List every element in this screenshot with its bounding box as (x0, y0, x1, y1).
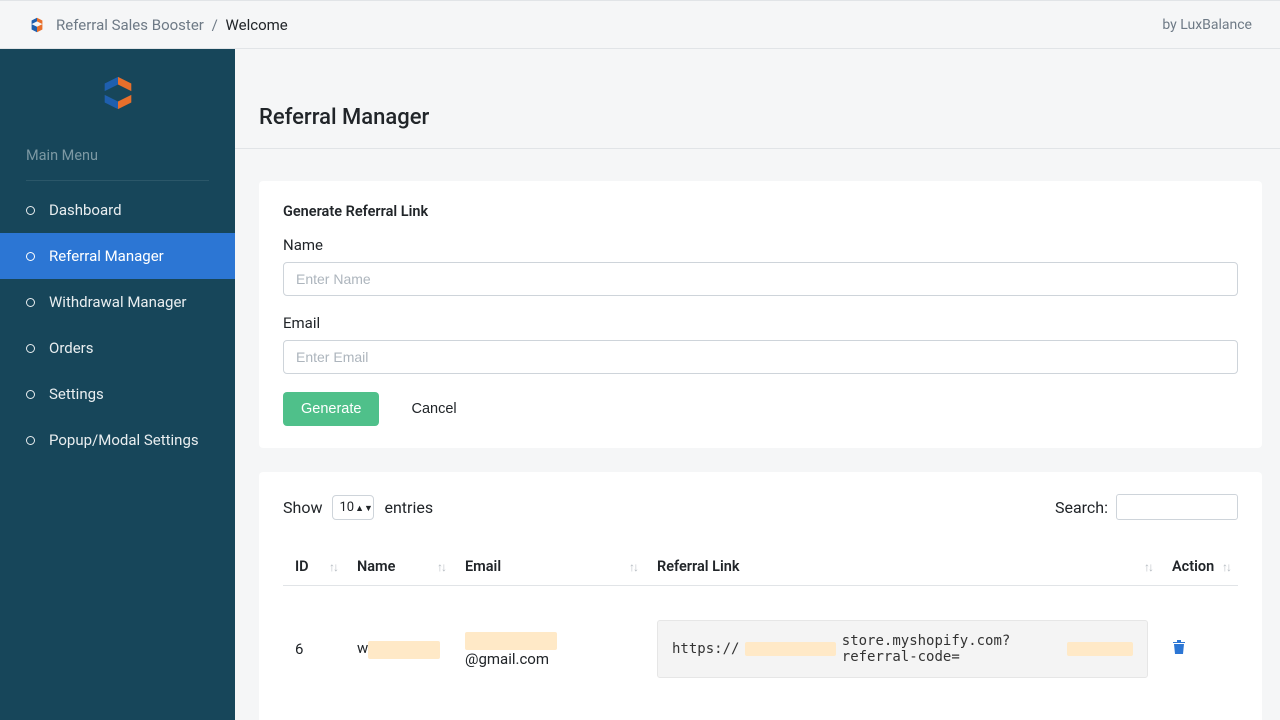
col-action[interactable]: Action↑↓ (1160, 548, 1238, 586)
sort-icon: ↑↓ (437, 560, 445, 574)
sidebar-section-label: Main Menu (0, 127, 235, 170)
card-heading: Generate Referral Link (283, 203, 1238, 220)
bullet-icon (26, 298, 35, 307)
cell-id: 6 (283, 586, 345, 713)
topbar-left: Referral Sales Booster / Welcome (28, 16, 288, 34)
redacted-link-host (745, 642, 835, 656)
col-email[interactable]: Email↑↓ (453, 548, 645, 586)
page-title: Referral Manager (259, 105, 1256, 130)
content-header: Referral Manager (235, 105, 1280, 149)
table-row: 6 w @gmail.com https:// (283, 586, 1238, 713)
content: Referral Manager Generate Referral Link … (235, 49, 1280, 720)
sidebar-item-label: Withdrawal Manager (49, 293, 187, 311)
referral-link-box[interactable]: https:// store.myshopify.com?referral-co… (657, 620, 1148, 678)
sidebar-item-referral-manager[interactable]: Referral Manager (0, 233, 235, 279)
email-input[interactable] (283, 340, 1238, 374)
col-id[interactable]: ID↑↓ (283, 548, 345, 586)
sort-icon: ↑↓ (629, 560, 637, 574)
sidebar-item-label: Popup/Modal Settings (49, 431, 199, 449)
sidebar-item-withdrawal-manager[interactable]: Withdrawal Manager (0, 279, 235, 325)
sidebar-item-popup-modal-settings[interactable]: Popup/Modal Settings (0, 417, 235, 463)
bullet-icon (26, 206, 35, 215)
sort-icon: ↑↓ (329, 560, 337, 574)
breadcrumb: Referral Sales Booster / Welcome (56, 16, 288, 34)
app-logo-icon (28, 16, 46, 34)
sidebar-item-settings[interactable]: Settings (0, 371, 235, 417)
sidebar: Main Menu Dashboard Referral Manager Wit… (0, 49, 235, 720)
bullet-icon (26, 390, 35, 399)
cell-link: https:// store.myshopify.com?referral-co… (645, 586, 1160, 713)
redacted-email (465, 632, 557, 650)
bullet-icon (26, 252, 35, 261)
sidebar-item-label: Dashboard (49, 201, 122, 219)
select-caret-icon: ▲▼ (355, 504, 373, 514)
col-name[interactable]: Name↑↓ (345, 548, 453, 586)
entries-label: entries (384, 498, 433, 517)
search-input[interactable] (1116, 494, 1238, 520)
sidebar-logo-wrap (0, 49, 235, 127)
breadcrumb-sep: / (212, 16, 218, 34)
trash-icon[interactable] (1172, 639, 1186, 655)
redacted-link-code (1067, 642, 1133, 656)
sidebar-item-label: Referral Manager (49, 247, 164, 265)
cancel-button[interactable]: Cancel (393, 392, 474, 426)
entries-select[interactable]: 10▲▼ (332, 495, 374, 520)
name-input[interactable] (283, 262, 1238, 296)
referrals-table: ID↑↓ Name↑↓ Email↑↓ Referral Link↑↓ Acti… (283, 548, 1238, 712)
topbar: Referral Sales Booster / Welcome by LuxB… (0, 0, 1280, 49)
cell-action (1160, 586, 1238, 713)
search-label: Search: (1055, 498, 1108, 517)
cell-email: @gmail.com (453, 586, 645, 713)
show-label: Show (283, 498, 322, 517)
search-wrap: Search: (1055, 494, 1238, 520)
sidebar-item-label: Orders (49, 339, 94, 357)
generate-button[interactable]: Generate (283, 392, 379, 426)
bullet-icon (26, 436, 35, 445)
sidebar-logo-icon (97, 74, 139, 112)
email-label: Email (283, 314, 1238, 332)
sidebar-item-label: Settings (49, 385, 104, 403)
sidebar-item-dashboard[interactable]: Dashboard (0, 187, 235, 233)
byline: by LuxBalance (1162, 17, 1252, 33)
sort-icon: ↑↓ (1144, 560, 1152, 574)
redacted-name (368, 641, 440, 659)
generate-link-card: Generate Referral Link Name Email Genera… (259, 181, 1262, 448)
col-referral-link[interactable]: Referral Link↑↓ (645, 548, 1160, 586)
bullet-icon (26, 344, 35, 353)
sidebar-item-orders[interactable]: Orders (0, 325, 235, 371)
name-label: Name (283, 236, 1238, 254)
table-card: Show 10▲▼ entries Search: (259, 472, 1262, 720)
breadcrumb-app: Referral Sales Booster (56, 16, 204, 34)
show-entries: Show 10▲▼ entries (283, 495, 433, 520)
cell-name: w (345, 586, 453, 713)
sort-icon: ↑↓ (1222, 560, 1230, 574)
breadcrumb-page: Welcome (226, 16, 288, 34)
sidebar-divider (26, 180, 209, 181)
